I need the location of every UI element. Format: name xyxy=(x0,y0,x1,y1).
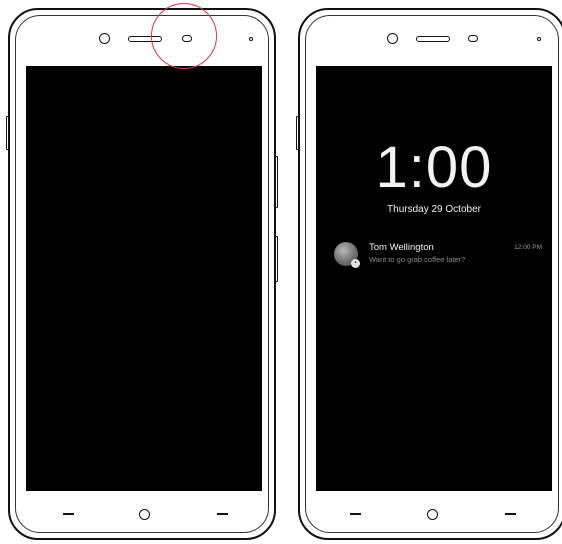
earpiece-speaker xyxy=(416,36,450,42)
front-camera-icon xyxy=(99,33,110,44)
lock-screen-display[interactable]: 1:00 Thursday 29 October ▪ Tom Wellingto… xyxy=(316,66,552,491)
notification-card[interactable]: ▪ Tom Wellington 12:00 PM Want to go gra… xyxy=(334,241,542,273)
front-camera-icon xyxy=(387,33,398,44)
home-button-icon[interactable] xyxy=(139,509,150,520)
sensor-highlight-circle xyxy=(151,3,217,69)
phone-screen-off xyxy=(6,8,278,540)
side-button[interactable] xyxy=(275,236,278,282)
display-screen[interactable] xyxy=(26,66,262,491)
back-key-icon[interactable] xyxy=(63,513,74,515)
notification-time: 12:00 PM xyxy=(514,244,542,251)
light-sensor-icon xyxy=(537,37,541,41)
proximity-sensor xyxy=(468,35,478,42)
notification-sender: Tom Wellington xyxy=(369,242,434,253)
lock-date: Thursday 29 October xyxy=(387,204,481,215)
phone-lock-screen: 1:00 Thursday 29 October ▪ Tom Wellingto… xyxy=(296,8,562,540)
recent-apps-key-icon[interactable] xyxy=(505,513,516,515)
back-key-icon[interactable] xyxy=(350,513,361,515)
recent-apps-key-icon[interactable] xyxy=(217,513,228,515)
person-photo-icon: ▪ xyxy=(334,242,360,268)
home-button-icon[interactable] xyxy=(427,509,438,520)
message-badge-icon: ▪ xyxy=(351,259,360,268)
volume-button[interactable] xyxy=(6,116,9,150)
notification-message: Want to go grab coffee later? xyxy=(369,255,466,264)
power-button[interactable] xyxy=(275,156,278,208)
light-sensor-icon xyxy=(249,37,253,41)
lock-clock: 1:00 xyxy=(375,135,493,200)
volume-button[interactable] xyxy=(296,116,299,150)
